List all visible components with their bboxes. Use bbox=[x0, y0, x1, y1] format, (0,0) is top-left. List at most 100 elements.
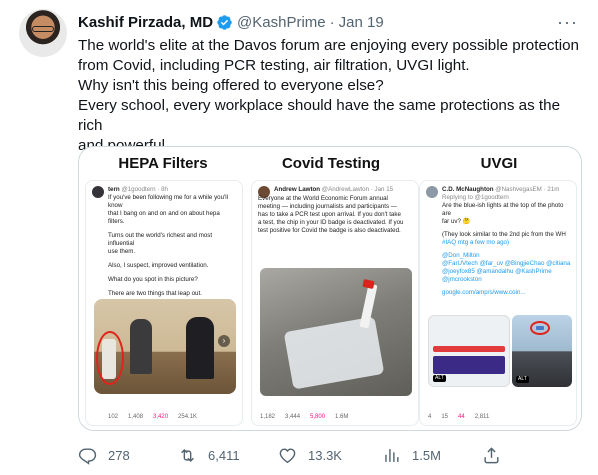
column-title: Covid Testing bbox=[281, 155, 381, 172]
reply-button[interactable]: 278 bbox=[78, 443, 130, 467]
test-bag-shape bbox=[283, 316, 385, 390]
embedded-tweet-body: Andrew Lawton @AndrewLawton · Jan 15 bbox=[274, 186, 414, 194]
avatar[interactable] bbox=[19, 9, 67, 57]
column-uvgi: UVGI C.D. McNaughton @NashvegasEM · 21m … bbox=[415, 147, 581, 430]
embedded-line: @joeyfox85 @amandalhu @KashPrime bbox=[442, 268, 552, 275]
embedded-line: Also, I suspect, improved ventilation. bbox=[108, 262, 209, 269]
view-count: 1.5M bbox=[412, 447, 441, 463]
embedded-line: #IAQ mtg a few mo ago) bbox=[442, 239, 510, 246]
stat-views: 254.1K bbox=[178, 414, 198, 420]
embedded-tweet-body: C.D. McNaughton @NashvegasEM · 21m Reply… bbox=[442, 186, 572, 297]
display-name[interactable]: Kashif Pirzada, MD bbox=[78, 14, 213, 31]
embedded-tweet-card: C.D. McNaughton @NashvegasEM · 21m Reply… bbox=[419, 180, 577, 426]
tweet-line: Every school, every workplace should hav… bbox=[78, 97, 561, 134]
embedded-handle: @1goodtern · 8h bbox=[121, 186, 168, 193]
stat-replies: 4 bbox=[428, 414, 432, 420]
embedded-line: (They look similar to the 2nd pic from t… bbox=[442, 231, 566, 238]
embedded-line: If you've been following me for a while … bbox=[108, 194, 228, 209]
embedded-tweet-body: Everyone at the World Economic Forum ann… bbox=[258, 195, 414, 235]
tweet-header: Kashif Pirzada, MD @KashPrime · Jan 19 ·… bbox=[78, 12, 584, 32]
alt-badge: ALT bbox=[433, 375, 446, 382]
link-preview-shape bbox=[433, 356, 505, 374]
embedded-line: google.com/amp/s/www.coin... bbox=[442, 289, 526, 296]
like-count: 13.3K bbox=[308, 447, 342, 463]
embedded-handle: @AndrewLawton · Jan 15 bbox=[321, 186, 394, 193]
reply-count: 278 bbox=[108, 447, 130, 463]
alt-badge: ALT bbox=[516, 376, 529, 383]
embedded-line: far uv? 🤔 bbox=[442, 218, 471, 225]
embedded-line: test positive for Covid the badge is als… bbox=[258, 227, 401, 234]
red-circle-highlight bbox=[96, 331, 124, 385]
more-options-icon[interactable]: ··· bbox=[557, 12, 578, 33]
tweet-line: from Covid, including PCR testing, air f… bbox=[78, 57, 470, 74]
stat-replies: 1,182 bbox=[260, 414, 276, 420]
embedded-tweet-card: Andrew Lawton @AndrewLawton · Jan 15 Eve… bbox=[251, 180, 419, 426]
like-button[interactable]: 13.3K bbox=[278, 443, 342, 467]
separator-dot: · bbox=[329, 13, 335, 31]
retweet-count: 6,411 bbox=[208, 447, 240, 463]
media-image[interactable]: HEPA Filters tern @1goodtern · 8h If you… bbox=[78, 146, 582, 431]
embedded-line: What do you spot in this picture? bbox=[108, 276, 198, 283]
column-title: HEPA Filters bbox=[118, 155, 208, 172]
stat-likes: 44 bbox=[458, 414, 465, 420]
embedded-user: Andrew Lawton bbox=[274, 186, 321, 193]
mini-avatar bbox=[92, 186, 104, 198]
retweet-button[interactable]: 6,411 bbox=[178, 443, 240, 467]
handle[interactable]: @KashPrime bbox=[237, 14, 326, 31]
embedded-line: @FarUVtech @far_uv @BingjieChao @cltiana bbox=[442, 260, 571, 267]
stat-retweets: 1,408 bbox=[128, 414, 144, 420]
retweet-icon bbox=[181, 448, 194, 462]
test-kit-photo bbox=[260, 268, 412, 396]
share-icon bbox=[484, 446, 499, 463]
stat-likes: 3,420 bbox=[153, 414, 169, 420]
tweet-line: The world's elite at the Davos forum are… bbox=[78, 37, 579, 54]
verified-badge-icon bbox=[217, 14, 232, 30]
next-arrow-icon: › bbox=[218, 335, 230, 347]
tweet-actions: 278 6,411 13.3K 1.5M bbox=[78, 443, 588, 467]
column-title: UVGI bbox=[480, 155, 518, 172]
embedded-stats: 102 1,408 3,420 254.1K bbox=[108, 413, 197, 421]
embedded-line: @jmcrookston bbox=[442, 276, 482, 283]
stat-views: 1.6M bbox=[335, 414, 349, 420]
screenshot-thumbnail: ALT bbox=[428, 315, 510, 387]
views-chart-icon bbox=[385, 448, 399, 462]
ceiling-light-photo: ALT bbox=[512, 315, 572, 387]
embedded-user: tern bbox=[108, 186, 120, 193]
tube-cap-shape bbox=[362, 278, 375, 290]
embedded-line: There are two things that leap out. bbox=[108, 290, 202, 297]
tweet-date[interactable]: Jan 19 bbox=[339, 14, 384, 31]
stat-retweets: 15 bbox=[441, 414, 449, 420]
tweet-line: Why isn't this being offered to everyone… bbox=[78, 77, 384, 94]
embedded-stats: 1,182 3,444 5,800 1.6M bbox=[260, 413, 348, 421]
person-figure bbox=[130, 319, 152, 374]
embedded-replying: Replying to @1goodtern bbox=[442, 194, 509, 201]
embedded-line: has to take a PCR test upon arrival. If … bbox=[258, 211, 401, 218]
column-hepa: HEPA Filters tern @1goodtern · 8h If you… bbox=[79, 147, 247, 430]
uv-light-shape bbox=[536, 326, 544, 330]
embedded-line: that I bang on and on and on about hepa … bbox=[108, 210, 220, 225]
stat-likes: 5,800 bbox=[310, 414, 326, 420]
embedded-stats: 4 15 44 2,811 bbox=[428, 413, 489, 421]
embedded-tweet-body: tern @1goodtern · 8h If you've been foll… bbox=[108, 186, 236, 298]
embedded-line: Are the blue-ish lights at the top of th… bbox=[442, 202, 564, 217]
column-covid-testing: Covid Testing Andrew Lawton @AndrewLawto… bbox=[247, 147, 419, 430]
stat-retweets: 3,444 bbox=[285, 414, 301, 420]
reply-icon bbox=[78, 447, 97, 465]
embedded-tweet-card: tern @1goodtern · 8h If you've been foll… bbox=[85, 180, 243, 426]
embedded-line: @Don_Milton bbox=[442, 252, 480, 259]
heart-icon bbox=[279, 447, 296, 463]
embedded-line: a test, the chip in your ID badge is dea… bbox=[258, 219, 404, 226]
person-figure bbox=[186, 317, 214, 379]
room-photo: › bbox=[94, 299, 236, 394]
embedded-line: use them. bbox=[108, 248, 136, 255]
embedded-line: meeting — including journalists and part… bbox=[258, 203, 397, 210]
stat-views: 2,811 bbox=[474, 414, 490, 420]
embedded-line: Everyone at the World Economic Forum ann… bbox=[258, 195, 388, 202]
embedded-handle: @NashvegasEM · 21m bbox=[495, 186, 560, 193]
embedded-line: Turns out the world's richest and most i… bbox=[108, 232, 213, 247]
stat-replies: 102 bbox=[108, 414, 119, 420]
avatar-glasses bbox=[32, 26, 54, 32]
embedded-user: C.D. McNaughton bbox=[442, 186, 494, 193]
share-button[interactable] bbox=[482, 443, 512, 467]
views-button[interactable]: 1.5M bbox=[382, 443, 441, 467]
